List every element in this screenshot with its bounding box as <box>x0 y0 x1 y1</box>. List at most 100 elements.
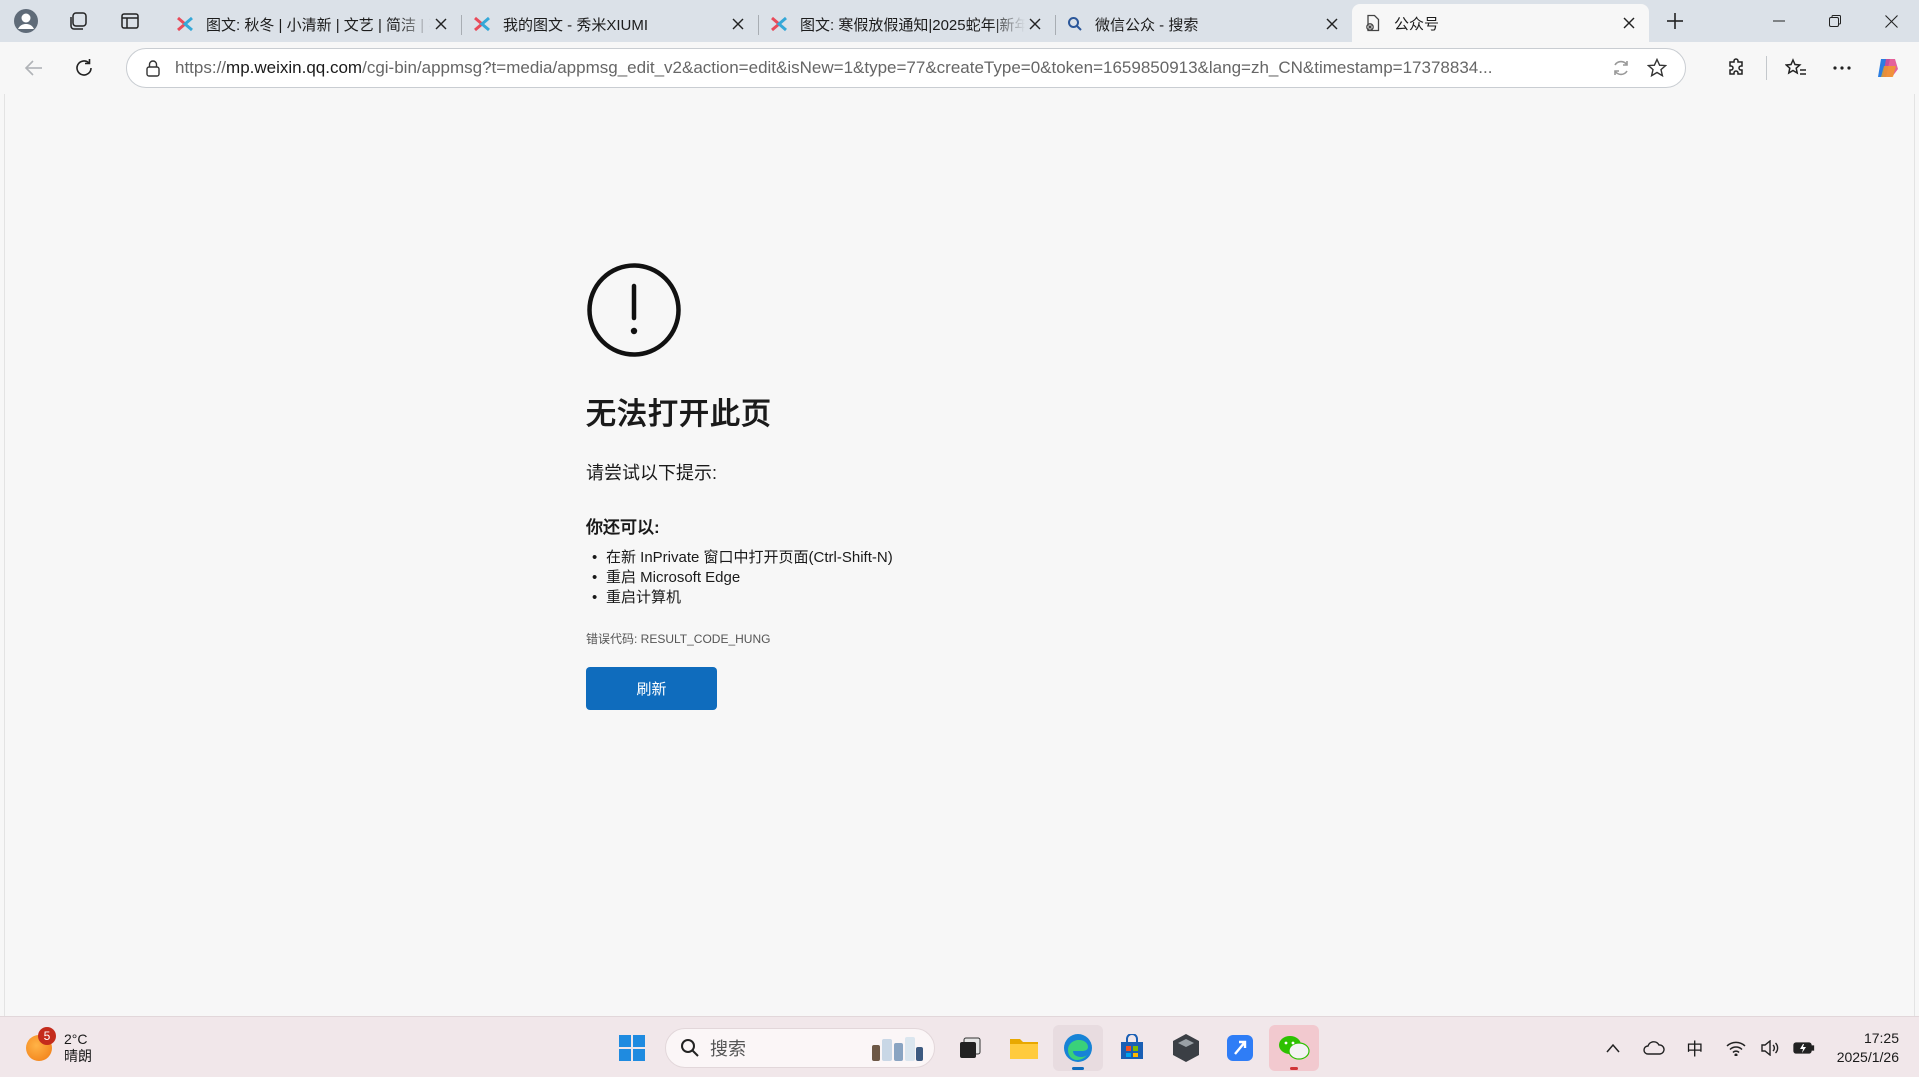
tab-close-button[interactable] <box>431 14 451 34</box>
new-tab-button[interactable] <box>1657 3 1693 39</box>
task-view-icon <box>960 1037 981 1058</box>
tab-close-button[interactable] <box>1322 14 1342 34</box>
taskbar-search[interactable]: 搜索 <box>665 1028 935 1068</box>
wifi-button[interactable] <box>1722 1034 1750 1062</box>
settings-more-button[interactable] <box>1819 48 1865 88</box>
show-hidden-icons-button[interactable] <box>1599 1034 1627 1062</box>
ime-indicator[interactable]: 中 <box>1681 1034 1709 1062</box>
close-window-button[interactable] <box>1863 0 1919 42</box>
tab-title: 图文: 秋冬 | 小清新 | 文艺 | 简洁 | 花草 <box>206 16 431 34</box>
profile-button[interactable] <box>8 3 44 39</box>
taskbar: 5 2°C 晴朗 搜索 中 17:25 2025/1/26 <box>0 1016 1919 1077</box>
weather-widget[interactable]: 5 2°C 晴朗 <box>26 1027 92 1065</box>
cloud-icon <box>1643 1040 1665 1055</box>
app-attention-indicator <box>1290 1067 1298 1070</box>
favorites-button[interactable] <box>1773 48 1819 88</box>
tab-title: 微信公众 - 搜索 <box>1095 16 1199 34</box>
battery-charging-icon <box>1793 1041 1814 1054</box>
profile-icon <box>14 9 38 33</box>
wifi-icon <box>1726 1041 1746 1056</box>
favorite-star-button[interactable] <box>1637 53 1677 83</box>
store-icon <box>1121 1034 1143 1059</box>
app-cube-button[interactable] <box>1161 1025 1211 1071</box>
tab-2[interactable]: 图文: 寒假放假通知|2025蛇年|新年 <box>758 6 1055 42</box>
lock-icon <box>146 60 160 77</box>
error-hint: 请尝试以下提示: <box>586 463 718 483</box>
suggestions-list: 在新 InPrivate 窗口中打开页面(Ctrl-Shift-N) 重启 Mi… <box>586 548 1286 608</box>
start-button[interactable] <box>607 1025 657 1071</box>
suggestion-item: 在新 InPrivate 窗口中打开页面(Ctrl-Shift-N) <box>586 548 1286 568</box>
xiumi-icon <box>177 16 193 32</box>
tab-title: 我的图文 - 秀米XIUMI <box>503 16 648 34</box>
xiumi-icon <box>474 16 490 32</box>
reload-button[interactable] <box>64 48 104 88</box>
exclamation-circle-icon <box>587 263 681 357</box>
clock-time: 17:25 <box>1863 1029 1899 1046</box>
minimize-button[interactable] <box>1751 0 1807 42</box>
vertical-tabs-button[interactable] <box>112 3 148 39</box>
plus-icon <box>1667 13 1683 29</box>
edge-app-button[interactable] <box>1053 1025 1103 1071</box>
close-icon <box>1884 14 1898 28</box>
page-content: 无法打开此页 请尝试以下提示: 你还可以: 在新 InPrivate 窗口中打开… <box>4 94 1915 1016</box>
speaker-icon <box>1761 1039 1778 1056</box>
error-code: 错误代码: RESULT_CODE_HUNG <box>586 632 771 646</box>
back-arrow-icon <box>24 60 42 76</box>
folder-icon <box>1010 1039 1038 1059</box>
navigation-toolbar: https://mp.weixin.qq.com/cgi-bin/appmsg?… <box>0 42 1919 94</box>
store-button[interactable] <box>1107 1025 1157 1071</box>
cube-app-icon <box>1173 1034 1199 1062</box>
tab-4-active[interactable]: 公众号 <box>1352 4 1649 42</box>
close-icon <box>1623 17 1635 29</box>
tab-list: 图文: 秋冬 | 小清新 | 文艺 | 简洁 | 花草 我的图文 - 秀米XIU… <box>164 0 1649 42</box>
browser-window: 图文: 秋冬 | 小清新 | 文艺 | 简洁 | 花草 我的图文 - 秀米XIU… <box>0 0 1919 1077</box>
tab-actions-icon <box>121 13 139 29</box>
search-icon <box>1068 17 1082 31</box>
task-view-button[interactable] <box>945 1025 995 1071</box>
restore-icon <box>1829 15 1841 27</box>
puzzle-icon <box>1729 58 1743 75</box>
onedrive-button[interactable] <box>1640 1034 1668 1062</box>
collections-button[interactable] <box>60 3 96 39</box>
tab-close-button[interactable] <box>728 14 748 34</box>
url-path: /cgi-bin/appmsg?t=media/appmsg_edit_v2&a… <box>362 58 1493 77</box>
temperature: 2°C <box>64 1031 88 1047</box>
browser-actions <box>1714 48 1919 88</box>
suggestions-title: 你还可以: <box>586 518 660 537</box>
tab-title: 图文: 寒假放假通知|2025蛇年|新年 <box>800 16 1025 34</box>
windows-logo-icon <box>619 1035 645 1061</box>
back-button[interactable] <box>14 48 54 88</box>
tab-3[interactable]: 微信公众 - 搜索 <box>1055 6 1352 42</box>
blue-app-button[interactable] <box>1215 1025 1265 1071</box>
search-highlight-icon <box>872 1037 923 1061</box>
copilot-icon <box>1878 59 1898 77</box>
wechat-button[interactable] <box>1269 1025 1319 1071</box>
minimize-icon <box>1773 20 1785 22</box>
tab-close-button[interactable] <box>1619 13 1639 33</box>
restore-button[interactable] <box>1807 0 1863 42</box>
file-explorer-button[interactable] <box>999 1025 1049 1071</box>
url-prefix: https:// <box>175 58 227 77</box>
address-bar[interactable]: https://mp.weixin.qq.com/cgi-bin/appmsg?… <box>126 48 1686 88</box>
reload-icon <box>76 59 92 76</box>
close-icon <box>1326 18 1338 30</box>
tab-close-button[interactable] <box>1025 14 1045 34</box>
tab-0[interactable]: 图文: 秋冬 | 小清新 | 文艺 | 简洁 | 花草 <box>164 6 461 42</box>
search-icon <box>681 1039 699 1057</box>
search-placeholder: 搜索 <box>710 1039 746 1059</box>
refresh-page-icon <box>1614 60 1628 76</box>
tab-1[interactable]: 我的图文 - 秀米XIUMI <box>461 6 758 42</box>
clock[interactable]: 17:25 2025/1/26 <box>1837 1029 1899 1067</box>
battery-button[interactable] <box>1790 1034 1818 1062</box>
extensions-button[interactable] <box>1714 48 1760 88</box>
volume-button[interactable] <box>1756 1034 1784 1062</box>
translate-button[interactable] <box>1605 53 1637 83</box>
tab-strip: 图文: 秋冬 | 小清新 | 文艺 | 简洁 | 花草 我的图文 - 秀米XIU… <box>0 0 1919 42</box>
copilot-button[interactable] <box>1865 48 1911 88</box>
suggestion-item: 重启计算机 <box>586 588 1286 608</box>
edge-logo-icon <box>1064 1034 1092 1062</box>
url-text: https://mp.weixin.qq.com/cgi-bin/appmsg?… <box>175 58 1565 78</box>
refresh-button[interactable]: 刷新 <box>586 667 717 710</box>
close-icon <box>1029 18 1041 30</box>
xiumi-icon <box>771 16 787 32</box>
